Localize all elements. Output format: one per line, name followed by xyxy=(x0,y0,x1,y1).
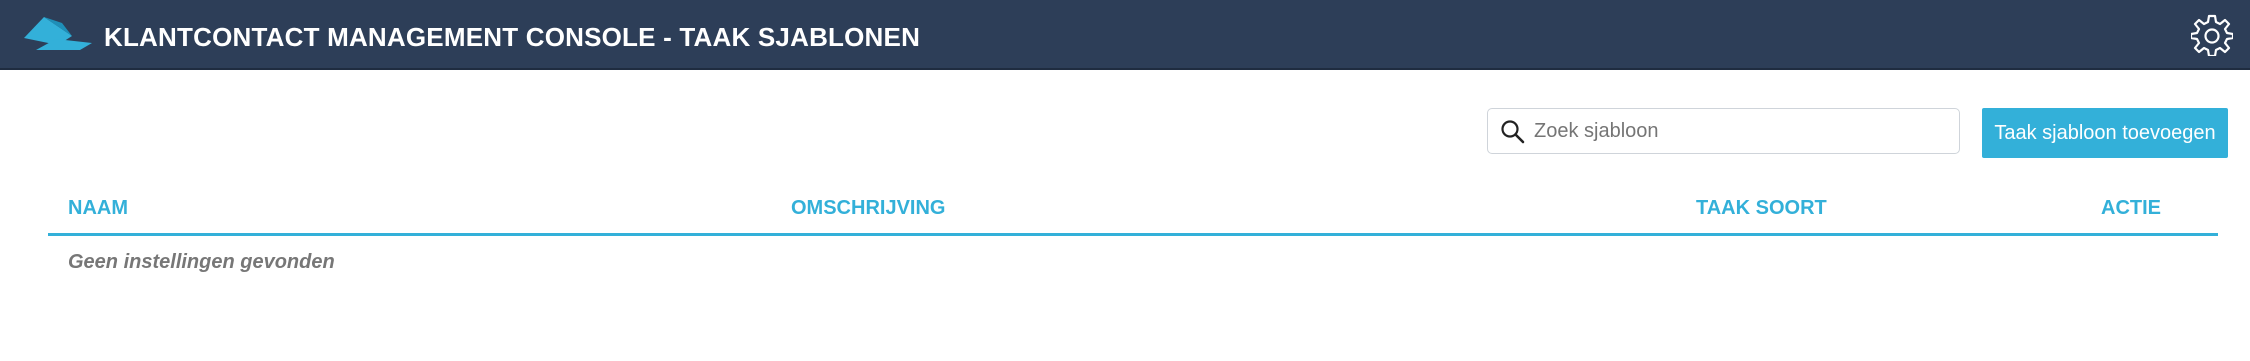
top-bar: KLANTCONTACT MANAGEMENT CONSOLE - TAAK S… xyxy=(0,0,2250,70)
column-header-taak-soort[interactable]: TAAK SOORT xyxy=(1696,197,1827,220)
search-icon xyxy=(1501,120,1525,144)
column-header-actie: ACTIE xyxy=(2101,197,2161,219)
column-header-naam[interactable]: NAAM xyxy=(68,197,128,220)
add-task-template-button[interactable]: Taak sjabloon toevoegen xyxy=(1982,108,2228,158)
column-header-omschrijving[interactable]: OMSCHRIJVING xyxy=(791,197,945,220)
table-header-divider xyxy=(48,233,2218,236)
gear-icon[interactable] xyxy=(2191,14,2233,56)
search-input[interactable] xyxy=(1534,115,1944,147)
empty-table-message: Geen instellingen gevonden xyxy=(68,251,335,273)
search-box xyxy=(1487,108,1960,154)
logo-icon xyxy=(24,17,92,50)
app-title: KLANTCONTACT MANAGEMENT CONSOLE - TAAK S… xyxy=(104,22,921,52)
